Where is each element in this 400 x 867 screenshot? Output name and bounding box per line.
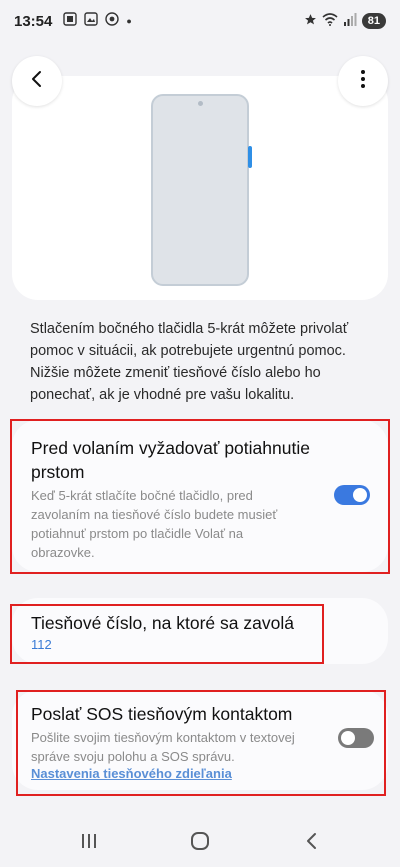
send-sos-toggle[interactable] — [338, 728, 374, 748]
require-swipe-subtitle-line: obrazovke. — [31, 545, 95, 560]
gallery-icon — [84, 12, 99, 30]
require-swipe-subtitle-line: Keď 5-krát stlačíte bočné tlačidlo, pred — [31, 488, 253, 503]
battery-indicator: 81 — [361, 13, 386, 29]
send-sos-subtitle-line: Pošlite svojim tiesňovým kontaktom v tex… — [31, 730, 295, 745]
emergency-number-value: 112 — [31, 637, 52, 652]
description-text: Stlačením bočného tlačidla 5-krát môžete… — [30, 321, 349, 403]
status-right: 81 — [304, 12, 386, 30]
send-sos-setting[interactable]: Poslať SOS tiesňovým kontaktom Pošlite s… — [12, 690, 388, 790]
recent-apps-icon — [81, 833, 97, 854]
toggle-knob — [341, 731, 355, 745]
navigation-bar — [0, 820, 400, 867]
require-swipe-subtitle-line: zavolaním na tiesňové číslo budete musie… — [31, 507, 278, 522]
illustration-card — [12, 76, 388, 300]
require-swipe-title-line1: Pred volaním vyžadovať potiahnutie — [31, 438, 310, 458]
require-swipe-subtitle-line: potiahnuť prstom po tlačidle Volať na — [31, 526, 244, 541]
nav-back-icon — [304, 832, 318, 855]
more-options-button[interactable] — [338, 56, 388, 106]
require-swipe-toggle[interactable] — [334, 485, 370, 505]
require-swipe-title: Pred volaním vyžadovať potiahnutie prsto… — [31, 436, 331, 484]
wifi-icon — [322, 12, 338, 30]
emergency-number-setting[interactable]: Tiesňové číslo, na ktoré sa zavolá 112 — [12, 598, 388, 664]
status-left: 13:54 ● — [14, 12, 132, 30]
back-button[interactable] — [12, 56, 62, 106]
side-button-highlight — [248, 146, 252, 168]
phone-illustration — [151, 94, 249, 286]
emergency-number-title: Tiesňové číslo, na ktoré sa zavolá — [31, 613, 294, 633]
camera-dot — [198, 101, 203, 106]
send-sos-subtitle: Pošlite svojim tiesňovým kontaktom v tex… — [31, 728, 331, 766]
toggle-knob — [353, 488, 367, 502]
recent-apps-button[interactable] — [78, 830, 100, 856]
send-sos-title: Poslať SOS tiesňovým kontaktom — [31, 704, 293, 724]
home-icon — [190, 831, 210, 856]
notification-dot-icon: ● — [126, 16, 132, 26]
screenshot-icon — [63, 12, 78, 30]
signal-icon — [343, 12, 357, 30]
require-swipe-subtitle: Keď 5-krát stlačíte bočné tlačidlo, pred… — [31, 486, 331, 562]
require-swipe-title-line2: prstom — [31, 462, 85, 482]
status-time: 13:54 — [14, 12, 53, 30]
send-sos-subtitle-line: správe svoju polohu a SOS správu. — [31, 749, 235, 764]
home-button[interactable] — [188, 830, 212, 856]
emergency-sharing-link[interactable]: Nastavenia tiesňového zdieľania — [31, 766, 232, 781]
chrome-icon — [105, 12, 120, 30]
more-vertical-icon — [360, 69, 366, 94]
nav-back-button[interactable] — [300, 830, 322, 856]
back-arrow-icon — [27, 69, 47, 94]
status-bar: 13:54 ● 81 — [0, 0, 400, 42]
require-swipe-setting[interactable]: Pred volaním vyžadovať potiahnutie prsto… — [12, 420, 388, 572]
star-icon — [304, 13, 317, 30]
